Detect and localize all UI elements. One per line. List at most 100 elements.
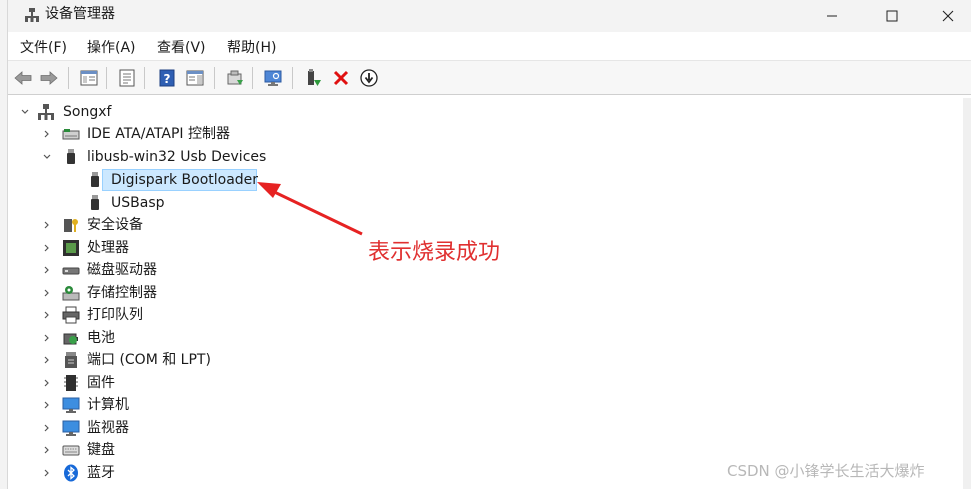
tree-item-bluetooth[interactable]: 蓝牙 — [8, 462, 308, 484]
firmware-icon — [64, 375, 78, 391]
forward-arrow-icon — [40, 71, 58, 85]
toolbar-separator — [68, 67, 69, 89]
chevron-right-icon[interactable] — [41, 399, 53, 411]
update-driver-icon — [227, 70, 243, 85]
toolbar-separator — [106, 67, 107, 89]
tree-item-batteries[interactable]: 电池 — [8, 327, 308, 349]
ide-controller-icon — [62, 129, 80, 140]
tree-item-label: 计算机 — [87, 397, 129, 413]
menu-view[interactable]: 查看(V) — [153, 39, 210, 57]
tree-item-disk-drives[interactable]: 磁盘驱动器 — [8, 259, 308, 281]
tree-item-label: 电池 — [87, 330, 115, 346]
computer-tree-icon — [38, 104, 54, 120]
tree-item-storage-controllers[interactable]: 存储控制器 — [8, 282, 308, 304]
tree-item-security-devices[interactable]: 安全设备 — [8, 214, 308, 236]
tree-item-processors[interactable]: 处理器 — [8, 237, 308, 259]
tree-item-label: USBasp — [111, 195, 165, 211]
properties-button[interactable] — [116, 67, 138, 89]
show-hide-console-tree-button[interactable] — [78, 67, 100, 89]
printer-icon — [62, 306, 80, 324]
chevron-right-icon[interactable] — [41, 219, 53, 231]
scan-hardware-icon — [264, 70, 282, 86]
keyboard-icon — [62, 445, 80, 456]
usb-device-icon — [91, 195, 99, 210]
back-button[interactable] — [12, 67, 34, 89]
back-arrow-icon — [14, 71, 32, 85]
tree-item-label: 处理器 — [87, 240, 129, 256]
tree-item-usbasp[interactable]: USBasp — [8, 192, 308, 214]
bluetooth-icon — [64, 464, 78, 482]
chevron-right-icon[interactable] — [41, 422, 53, 434]
menu-file[interactable]: 文件(F) — [16, 39, 71, 57]
disable-device-icon — [360, 69, 378, 87]
tree-item-label: libusb-win32 Usb Devices — [87, 149, 267, 165]
disable-device-button[interactable] — [358, 67, 380, 89]
chevron-right-icon[interactable] — [41, 128, 53, 140]
tree-item-ide-ata-atapi[interactable]: IDE ATA/ATAPI 控制器 — [8, 123, 308, 145]
tree-item-label: 存储控制器 — [87, 285, 157, 301]
tree-item-digispark-bootloader[interactable]: Digispark Bootloader — [8, 169, 308, 191]
update-driver-button[interactable] — [224, 67, 246, 89]
chevron-right-icon[interactable] — [41, 377, 53, 389]
storage-controller-icon — [62, 286, 80, 301]
enable-device-button[interactable] — [302, 67, 324, 89]
tree-item-libusb-win32[interactable]: libusb-win32 Usb Devices — [8, 146, 308, 168]
uninstall-device-button[interactable] — [330, 67, 352, 89]
chevron-right-icon[interactable] — [41, 287, 53, 299]
chevron-right-icon[interactable] — [41, 242, 53, 254]
action-pane-icon — [186, 70, 204, 86]
tree-item-label: 安全设备 — [87, 217, 143, 233]
maximize-button[interactable] — [866, 0, 918, 32]
menu-help[interactable]: 帮助(H) — [223, 39, 280, 57]
minimize-icon — [827, 15, 837, 17]
tree-root[interactable]: Songxf — [8, 101, 308, 123]
monitor-icon — [62, 420, 80, 436]
annotation-text: 表示烧录成功 — [368, 240, 501, 265]
tree-item-label: 蓝牙 — [87, 465, 115, 481]
toolbar-separator — [252, 67, 253, 89]
tree-item-label: IDE ATA/ATAPI 控制器 — [87, 126, 231, 142]
device-tree: Songxf IDE ATA/ATAPI 控制器 libusb-win32 Us… — [8, 98, 963, 489]
tree-item-computer[interactable]: 计算机 — [8, 394, 308, 416]
tree-item-label: 磁盘驱动器 — [87, 262, 157, 278]
console-tree-icon — [80, 70, 98, 86]
chevron-right-icon[interactable] — [41, 264, 53, 276]
toolbar-separator — [292, 67, 293, 89]
action-pane-button[interactable] — [184, 67, 206, 89]
menu-bar: 文件(F) 操作(A) 查看(V) 帮助(H) — [8, 35, 971, 61]
disk-drive-icon — [62, 267, 80, 275]
chevron-right-icon[interactable] — [41, 354, 53, 366]
chevron-down-icon[interactable] — [19, 106, 31, 118]
tree-item-label: Digispark Bootloader — [111, 172, 259, 188]
scan-hardware-button[interactable] — [262, 67, 284, 89]
tree-item-ports[interactable]: 端口 (COM 和 LPT) — [8, 349, 308, 371]
battery-icon — [63, 333, 78, 345]
tree-item-keyboards[interactable]: 键盘 — [8, 439, 308, 461]
chevron-right-icon[interactable] — [41, 467, 53, 479]
close-icon — [942, 10, 954, 22]
tree-item-monitors[interactable]: 监视器 — [8, 417, 308, 439]
tree-item-label: 固件 — [87, 375, 115, 391]
chevron-right-icon[interactable] — [41, 332, 53, 344]
tree-item-print-queues[interactable]: 打印队列 — [8, 304, 308, 326]
close-button[interactable] — [922, 0, 971, 32]
minimize-button[interactable] — [806, 0, 858, 32]
watermark-text: CSDN @小锋学长生活大爆炸 — [727, 462, 925, 480]
tree-item-label: 端口 (COM 和 LPT) — [87, 352, 211, 368]
uninstall-x-icon — [333, 70, 349, 86]
help-button[interactable]: ? — [156, 67, 178, 89]
chevron-right-icon[interactable] — [41, 444, 53, 456]
chevron-right-icon[interactable] — [41, 309, 53, 321]
chevron-down-icon[interactable] — [41, 151, 53, 163]
tree-item-firmware[interactable]: 固件 — [8, 372, 308, 394]
vertical-scrollbar[interactable] — [963, 98, 971, 489]
computer-icon — [62, 397, 80, 413]
device-manager-app-icon — [24, 7, 40, 23]
enable-device-icon — [308, 69, 321, 86]
processor-icon — [63, 240, 79, 256]
forward-button[interactable] — [38, 67, 60, 89]
menu-action[interactable]: 操作(A) — [83, 39, 140, 57]
svg-text:?: ? — [164, 72, 171, 86]
usb-device-icon — [67, 149, 75, 164]
tree-item-label: 键盘 — [87, 442, 115, 458]
